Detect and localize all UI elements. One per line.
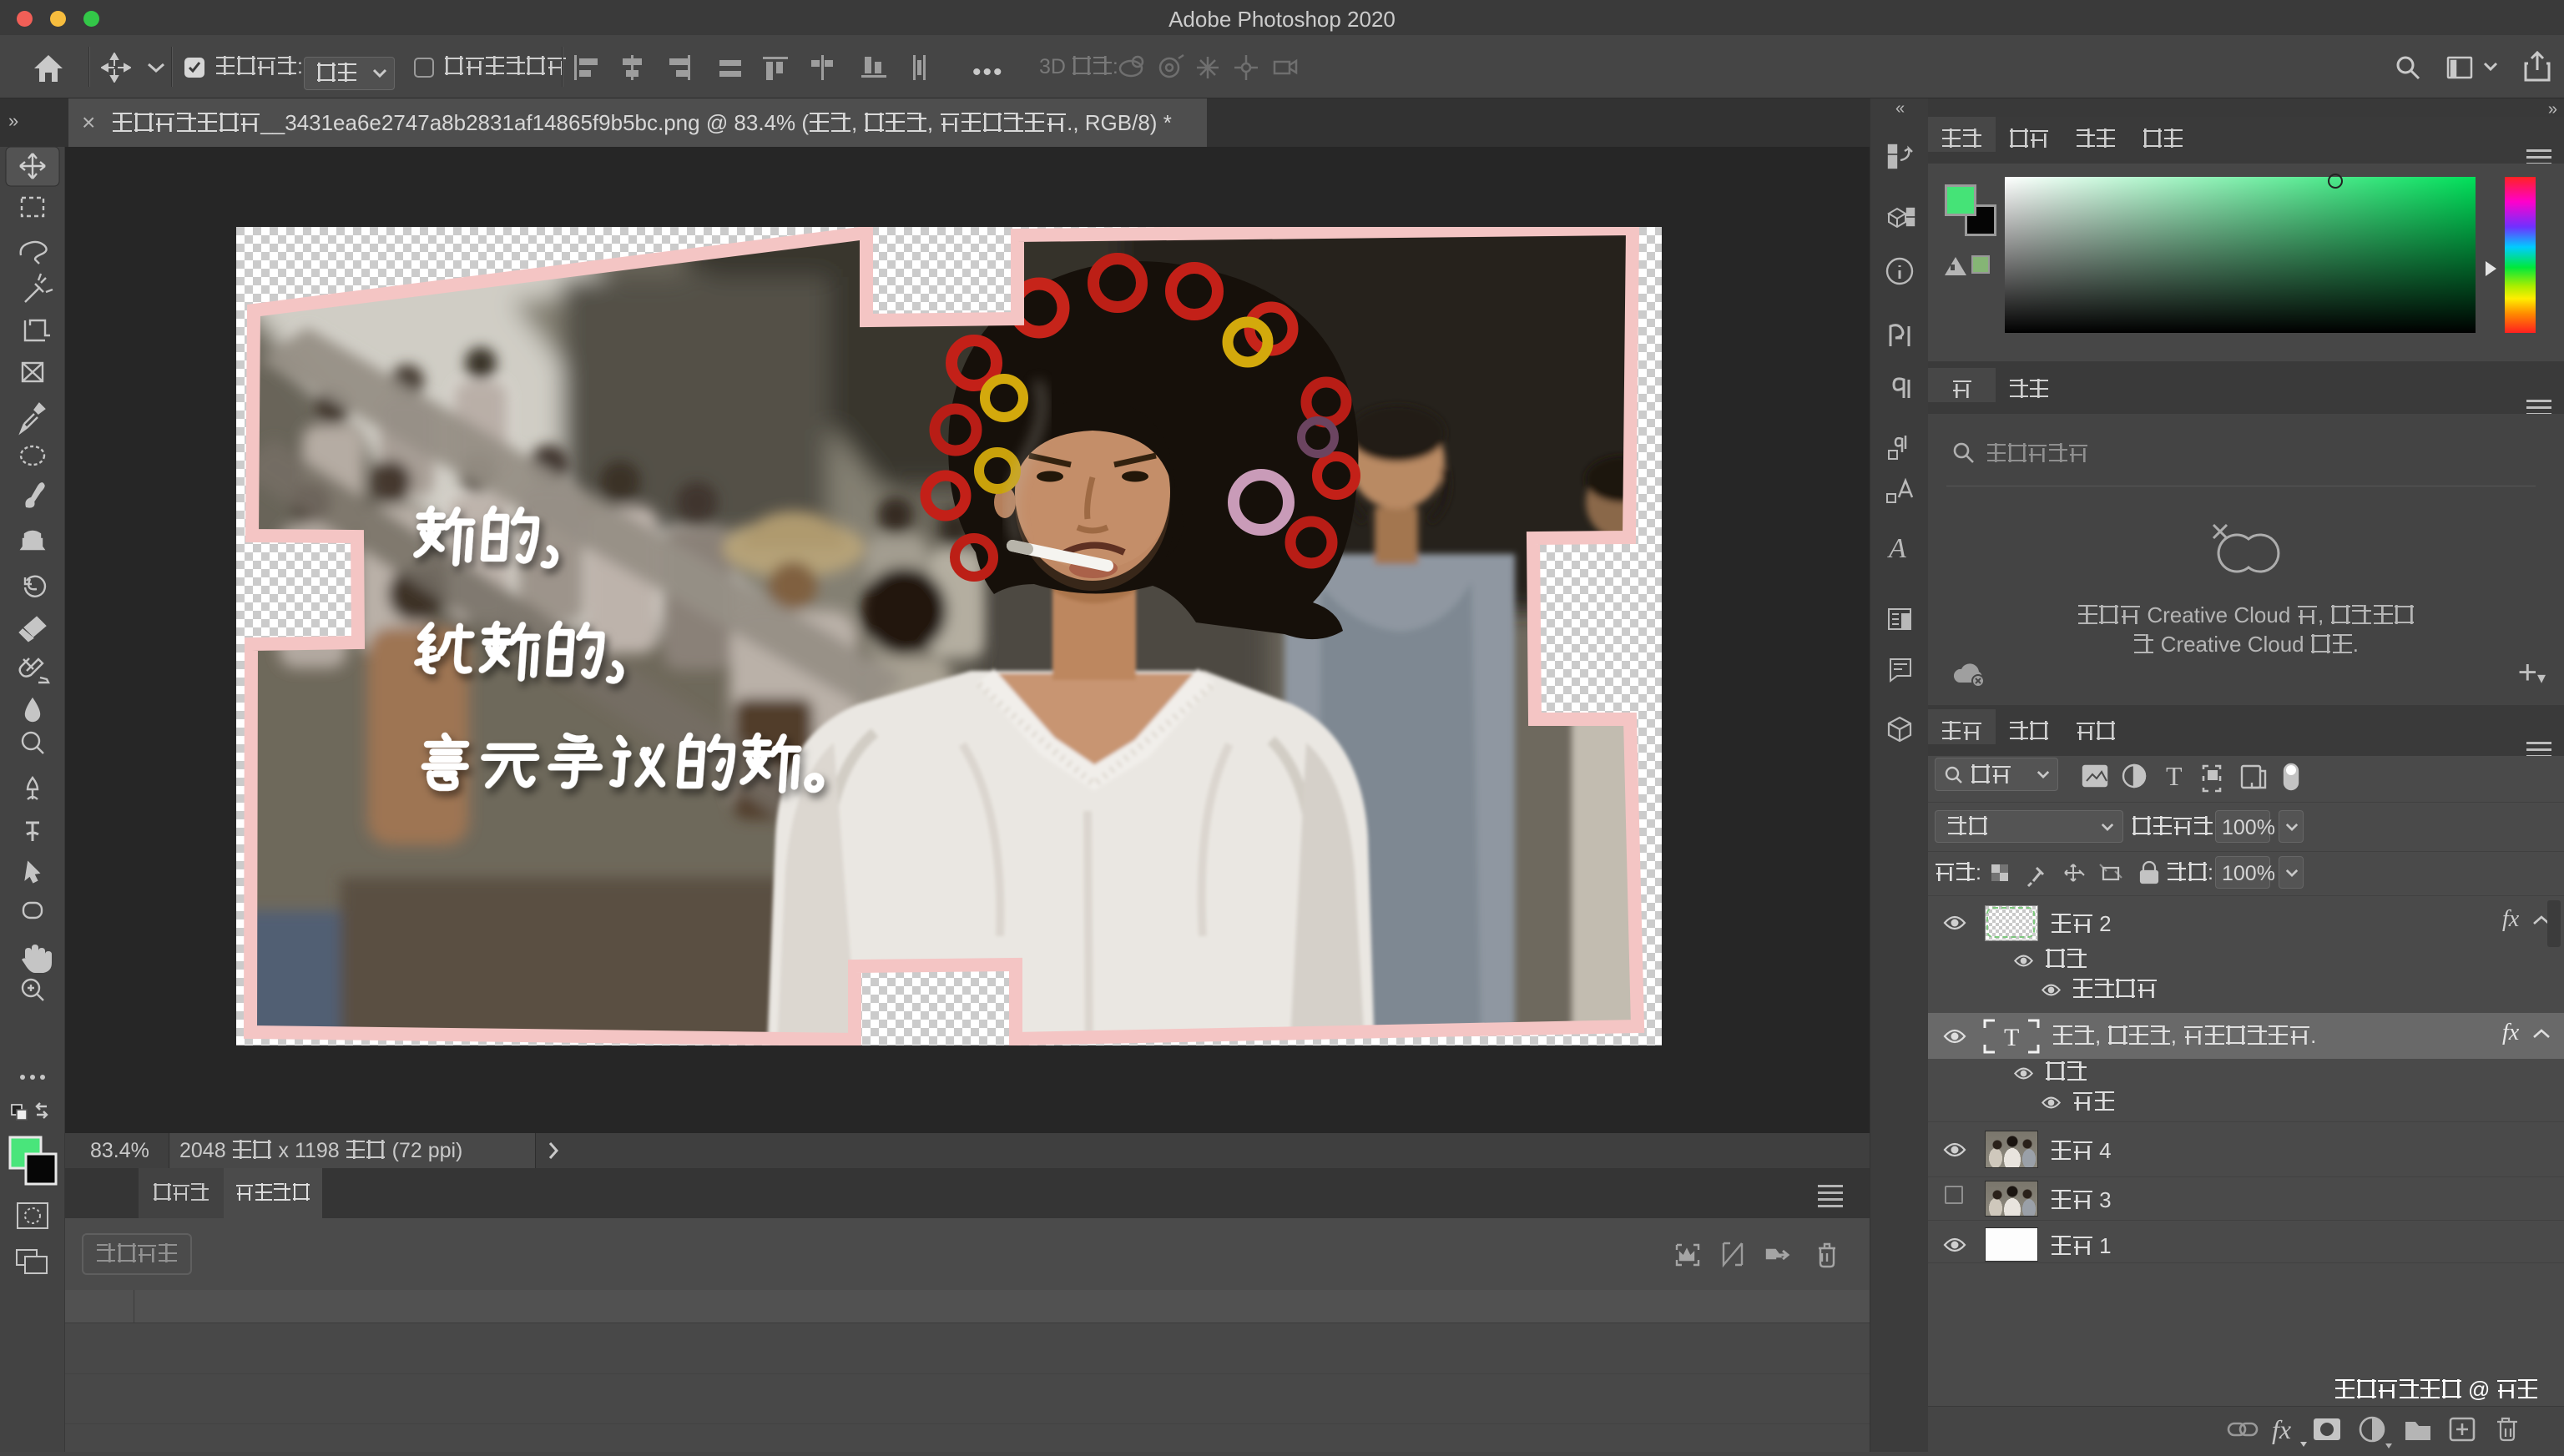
svg-text:fx: fx	[2272, 1414, 2291, 1444]
svg-text:A: A	[1887, 533, 1906, 564]
svg-text:T: T	[2166, 761, 2183, 791]
svg-text:T: T	[2004, 1024, 2019, 1051]
svg-text:«: «	[1895, 99, 1905, 118]
